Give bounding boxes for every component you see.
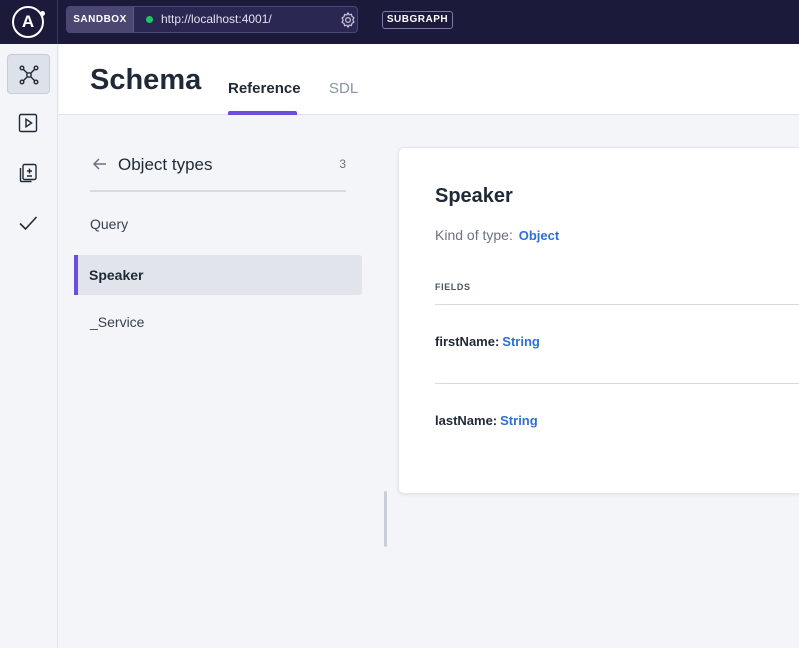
type-title: Speaker <box>435 185 513 207</box>
connection-status-icon <box>146 16 153 23</box>
page-header: Schema Reference SDL <box>59 44 799 115</box>
apollo-logo[interactable]: A <box>12 6 45 38</box>
topbar-divider <box>57 0 58 44</box>
field-row: lastName: String <box>435 413 538 428</box>
field-row: firstName: String <box>435 334 540 349</box>
field-type-link[interactable]: String <box>500 413 538 428</box>
endpoint-url-input[interactable] <box>161 7 331 32</box>
field-name: firstName: <box>435 334 500 349</box>
active-tab-indicator <box>228 111 297 115</box>
field-name: lastName: <box>435 413 498 428</box>
endpoint-bar: SANDBOX <box>66 6 358 33</box>
tab-sdl[interactable]: SDL <box>329 80 358 97</box>
type-item-service[interactable]: _Service <box>74 302 362 342</box>
object-types-header: Object types 3 <box>90 150 346 192</box>
sandbox-badge: SANDBOX <box>67 7 134 32</box>
checkmark-icon <box>19 216 38 231</box>
kind-of-type-row: Kind of type: Object <box>435 227 559 243</box>
top-bar: A SANDBOX SUBGRAPH <box>0 0 799 44</box>
logo-letter: A <box>21 12 35 31</box>
tab-reference[interactable]: Reference <box>228 80 301 97</box>
nav-schema-button[interactable] <box>7 54 50 94</box>
object-types-count: 3 <box>339 157 346 171</box>
object-types-title: Object types <box>118 155 213 174</box>
graph-icon <box>19 65 39 85</box>
type-detail-card: Speaker Kind of type: Object FIELDS firs… <box>398 147 799 494</box>
divider <box>435 304 799 305</box>
document-diff-icon <box>19 163 37 183</box>
logo-dot <box>40 11 45 16</box>
type-item-speaker[interactable]: Speaker <box>74 255 362 295</box>
subgraph-badge[interactable]: SUBGRAPH <box>382 11 453 29</box>
gear-icon[interactable] <box>339 11 357 29</box>
nav-changelog-button[interactable] <box>7 153 50 193</box>
kind-value-link[interactable]: Object <box>519 228 559 243</box>
arrow-left-icon[interactable] <box>92 156 108 172</box>
play-icon <box>18 113 38 133</box>
field-type-link[interactable]: String <box>502 334 540 349</box>
divider <box>435 383 799 384</box>
kind-label: Kind of type: <box>435 227 513 243</box>
page-title: Schema <box>90 64 202 96</box>
type-item-query[interactable]: Query <box>74 204 362 244</box>
left-nav <box>0 44 58 648</box>
nav-explorer-button[interactable] <box>7 103 50 143</box>
panel-resize-handle[interactable] <box>384 491 387 547</box>
nav-checks-button[interactable] <box>7 203 50 243</box>
fields-heading: FIELDS <box>435 282 471 292</box>
